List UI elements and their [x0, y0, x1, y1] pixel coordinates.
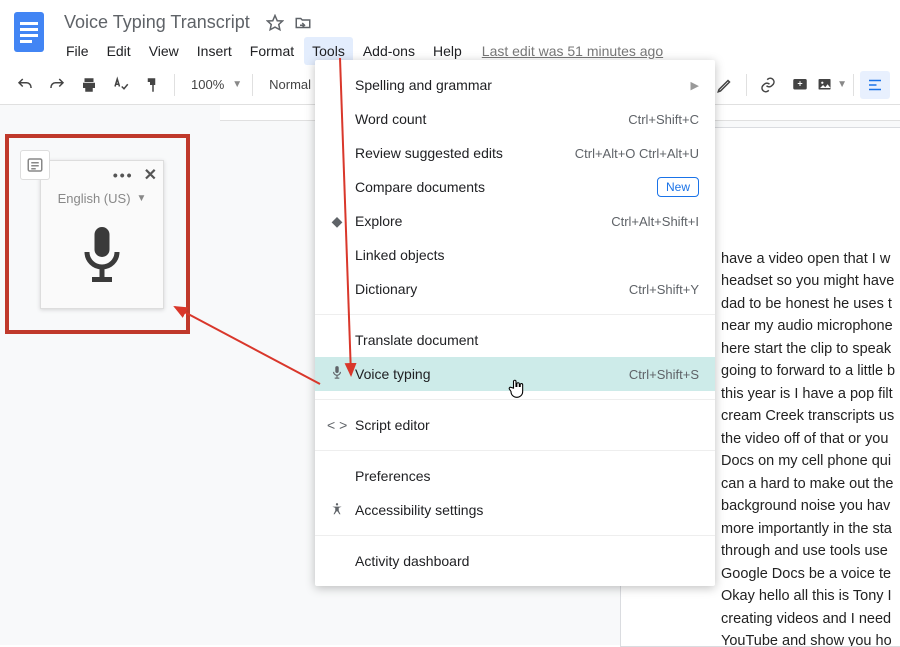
code-icon: < > — [327, 417, 347, 433]
menu-word-count[interactable]: Word count Ctrl+Shift+C — [315, 102, 715, 136]
outline-toggle-button[interactable] — [20, 150, 50, 180]
move-icon[interactable] — [294, 14, 312, 32]
toolbar-separator — [174, 74, 175, 96]
voice-typing-panel[interactable]: ••• ✕ English (US) ▼ — [40, 160, 164, 309]
voice-mic-button[interactable] — [41, 212, 163, 308]
more-icon[interactable]: ••• — [113, 167, 134, 183]
menu-item-label: Script editor — [355, 417, 430, 433]
spellcheck-button[interactable] — [106, 71, 136, 99]
zoom-value: 100% — [191, 77, 224, 92]
menu-item-label: Preferences — [355, 468, 430, 484]
menu-edit[interactable]: Edit — [99, 37, 139, 65]
menu-separator — [315, 535, 715, 536]
menu-separator — [315, 399, 715, 400]
mic-icon — [327, 365, 347, 384]
menu-item-label: Voice typing — [355, 366, 431, 382]
docs-logo-icon[interactable] — [12, 8, 48, 56]
menu-item-label: Activity dashboard — [355, 553, 469, 569]
new-badge: New — [657, 177, 699, 197]
menu-shortcut: Ctrl+Alt+O Ctrl+Alt+U — [575, 146, 699, 161]
redo-button[interactable] — [42, 71, 72, 99]
menu-item-label: Explore — [355, 213, 402, 229]
menu-item-label: Word count — [355, 111, 426, 127]
chevron-right-icon: ▶ — [691, 79, 699, 92]
insert-link-button[interactable] — [753, 71, 783, 99]
menu-shortcut: Ctrl+Alt+Shift+I — [611, 214, 699, 229]
document-body-text[interactable]: have a video open that I w headset so yo… — [721, 248, 900, 647]
zoom-select[interactable]: 100% ▼ — [181, 77, 246, 92]
menu-spelling-grammar[interactable]: Spelling and grammar ▶ — [315, 68, 715, 102]
toolbar-separator — [746, 74, 747, 96]
undo-button[interactable] — [10, 71, 40, 99]
menu-shortcut: Ctrl+Shift+S — [629, 367, 699, 382]
menu-review-suggested-edits[interactable]: Review suggested edits Ctrl+Alt+O Ctrl+A… — [315, 136, 715, 170]
menu-item-label: Review suggested edits — [355, 145, 503, 161]
menu-item-label: Compare documents — [355, 179, 485, 195]
menu-translate-document[interactable]: Translate document — [315, 323, 715, 357]
toolbar-separator — [252, 74, 253, 96]
menu-dictionary[interactable]: Dictionary Ctrl+Shift+Y — [315, 272, 715, 306]
menu-explore[interactable]: ◆ Explore Ctrl+Alt+Shift+I — [315, 204, 715, 238]
last-edit-link[interactable]: Last edit was 51 minutes ago — [482, 43, 663, 59]
menu-linked-objects[interactable]: Linked objects — [315, 238, 715, 272]
explore-icon: ◆ — [327, 213, 347, 230]
menu-item-label: Accessibility settings — [355, 502, 483, 518]
menu-view[interactable]: View — [141, 37, 187, 65]
paint-format-button[interactable] — [138, 71, 168, 99]
document-title[interactable]: Voice Typing Transcript — [58, 10, 256, 35]
voice-language-label: English (US) — [58, 191, 131, 206]
menu-preferences[interactable]: Preferences — [315, 459, 715, 493]
menu-voice-typing[interactable]: Voice typing Ctrl+Shift+S — [315, 357, 715, 391]
insert-comment-button[interactable]: + — [785, 71, 815, 99]
app-header: Voice Typing Transcript File Edit View I… — [0, 0, 900, 65]
svg-text:+: + — [797, 78, 802, 88]
chevron-down-icon: ▼ — [232, 79, 242, 90]
menu-item-label: Dictionary — [355, 281, 417, 297]
menu-item-label: Linked objects — [355, 247, 445, 263]
menu-separator — [315, 450, 715, 451]
chevron-down-icon: ▼ — [137, 193, 147, 204]
align-button[interactable] — [860, 71, 890, 99]
menu-compare-documents[interactable]: Compare documents New — [315, 170, 715, 204]
title-area: Voice Typing Transcript File Edit View I… — [58, 8, 888, 65]
menu-shortcut: Ctrl+Shift+C — [628, 112, 699, 127]
menu-item-label: Spelling and grammar — [355, 77, 492, 93]
tools-dropdown-menu: Spelling and grammar ▶ Word count Ctrl+S… — [315, 60, 715, 586]
menu-item-label: Translate document — [355, 332, 478, 348]
menu-file[interactable]: File — [58, 37, 97, 65]
voice-language-select[interactable]: English (US) ▼ — [41, 189, 163, 212]
insert-image-button[interactable]: ▼ — [817, 71, 847, 99]
menu-format[interactable]: Format — [242, 37, 302, 65]
star-icon[interactable] — [266, 14, 284, 32]
menu-insert[interactable]: Insert — [189, 37, 240, 65]
menu-accessibility-settings[interactable]: Accessibility settings — [315, 493, 715, 527]
menu-script-editor[interactable]: < > Script editor — [315, 408, 715, 442]
menu-shortcut: Ctrl+Shift+Y — [629, 282, 699, 297]
accessibility-icon — [327, 501, 347, 520]
menu-separator — [315, 314, 715, 315]
style-value: Normal — [269, 77, 311, 92]
toolbar-separator — [853, 74, 854, 96]
paragraph-style-select[interactable]: Normal — [259, 77, 319, 92]
menu-activity-dashboard[interactable]: Activity dashboard — [315, 544, 715, 578]
close-icon[interactable]: ✕ — [144, 165, 157, 185]
print-button[interactable] — [74, 71, 104, 99]
